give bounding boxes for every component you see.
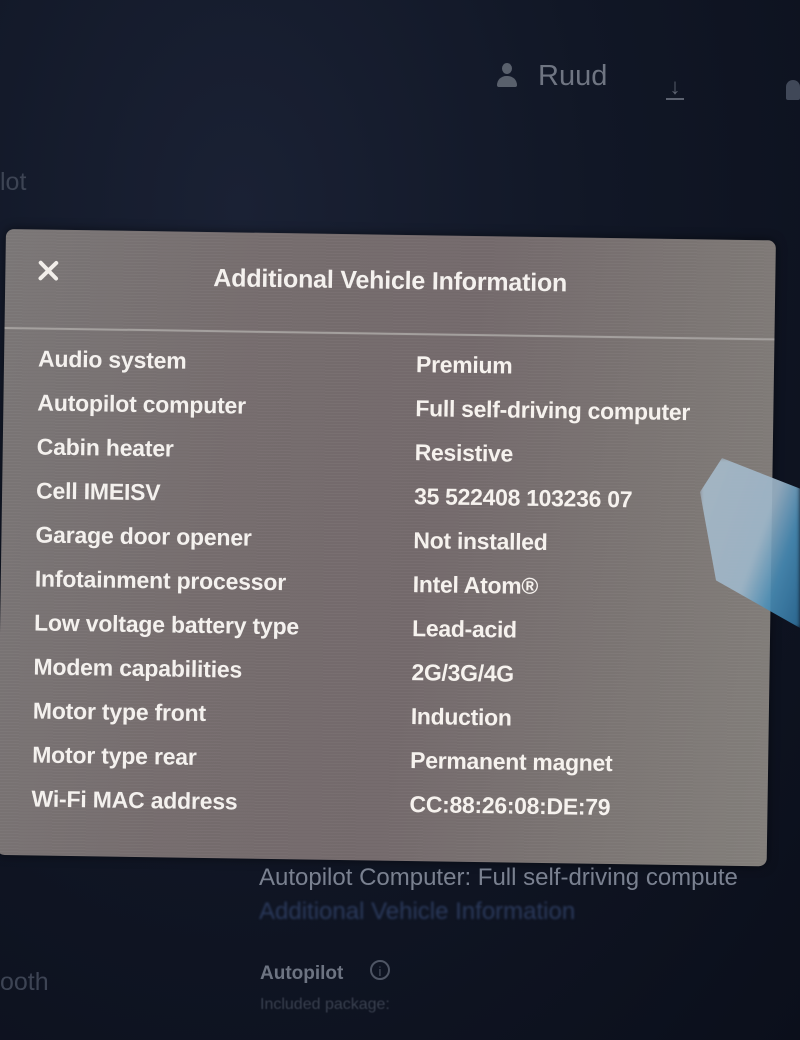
info-value: Full self-driving computer xyxy=(415,395,691,426)
additional-vehicle-info-modal: Additional Vehicle Information Audio sys… xyxy=(0,229,776,867)
included-package-label: Included package: xyxy=(260,996,390,1013)
info-label: Cabin heater xyxy=(36,433,174,462)
info-label: Motor type front xyxy=(32,697,207,727)
download-icon-bar xyxy=(666,98,684,100)
info-value: Lead-acid xyxy=(411,615,517,643)
info-value: Resistive xyxy=(414,439,514,467)
person-icon-head xyxy=(502,63,512,74)
info-value: Intel Atom® xyxy=(412,571,539,599)
info-value: 2G/3G/4G xyxy=(411,659,515,687)
person-icon[interactable] xyxy=(497,63,517,89)
sidebar-fragment-autopilot[interactable]: lot xyxy=(0,168,26,197)
info-label: Cell IMEISV xyxy=(35,477,161,506)
info-label: Low voltage battery type xyxy=(33,609,300,640)
vehicle-info-list: Audio system Premium Autopilot computer … xyxy=(0,341,774,836)
info-value: Premium xyxy=(415,351,513,379)
info-value: Permanent magnet xyxy=(409,747,613,777)
driver-profile-name[interactable]: Ruud xyxy=(538,60,607,93)
info-label: Motor type rear xyxy=(32,741,197,770)
autopilot-computer-summary: Autopilot Computer: Full self-driving co… xyxy=(259,864,738,891)
person-icon-body xyxy=(497,76,517,87)
info-label: Garage door opener xyxy=(35,521,252,551)
info-label: Wi-Fi MAC address xyxy=(31,785,238,815)
info-label: Infotainment processor xyxy=(34,565,287,596)
download-icon[interactable]: ↓ xyxy=(664,76,686,102)
info-icon[interactable]: i xyxy=(370,960,390,980)
additional-vehicle-info-link[interactable]: Additional Vehicle Information xyxy=(259,898,575,926)
info-value: Not installed xyxy=(413,527,548,556)
info-value: 35 522408 103236 07 xyxy=(413,483,633,513)
info-label: Modem capabilities xyxy=(33,653,243,683)
modal-header: Additional Vehicle Information xyxy=(4,229,776,341)
info-value: CC:88:26:08:DE:79 xyxy=(409,791,611,821)
info-label: Autopilot computer xyxy=(37,389,247,419)
modal-title: Additional Vehicle Information xyxy=(213,264,568,298)
info-label: Audio system xyxy=(37,345,187,374)
info-value: Induction xyxy=(410,703,512,731)
bell-icon[interactable] xyxy=(786,80,800,100)
autopilot-heading: Autopilot xyxy=(260,963,344,984)
sidebar-fragment-bluetooth[interactable]: ooth xyxy=(0,968,49,997)
